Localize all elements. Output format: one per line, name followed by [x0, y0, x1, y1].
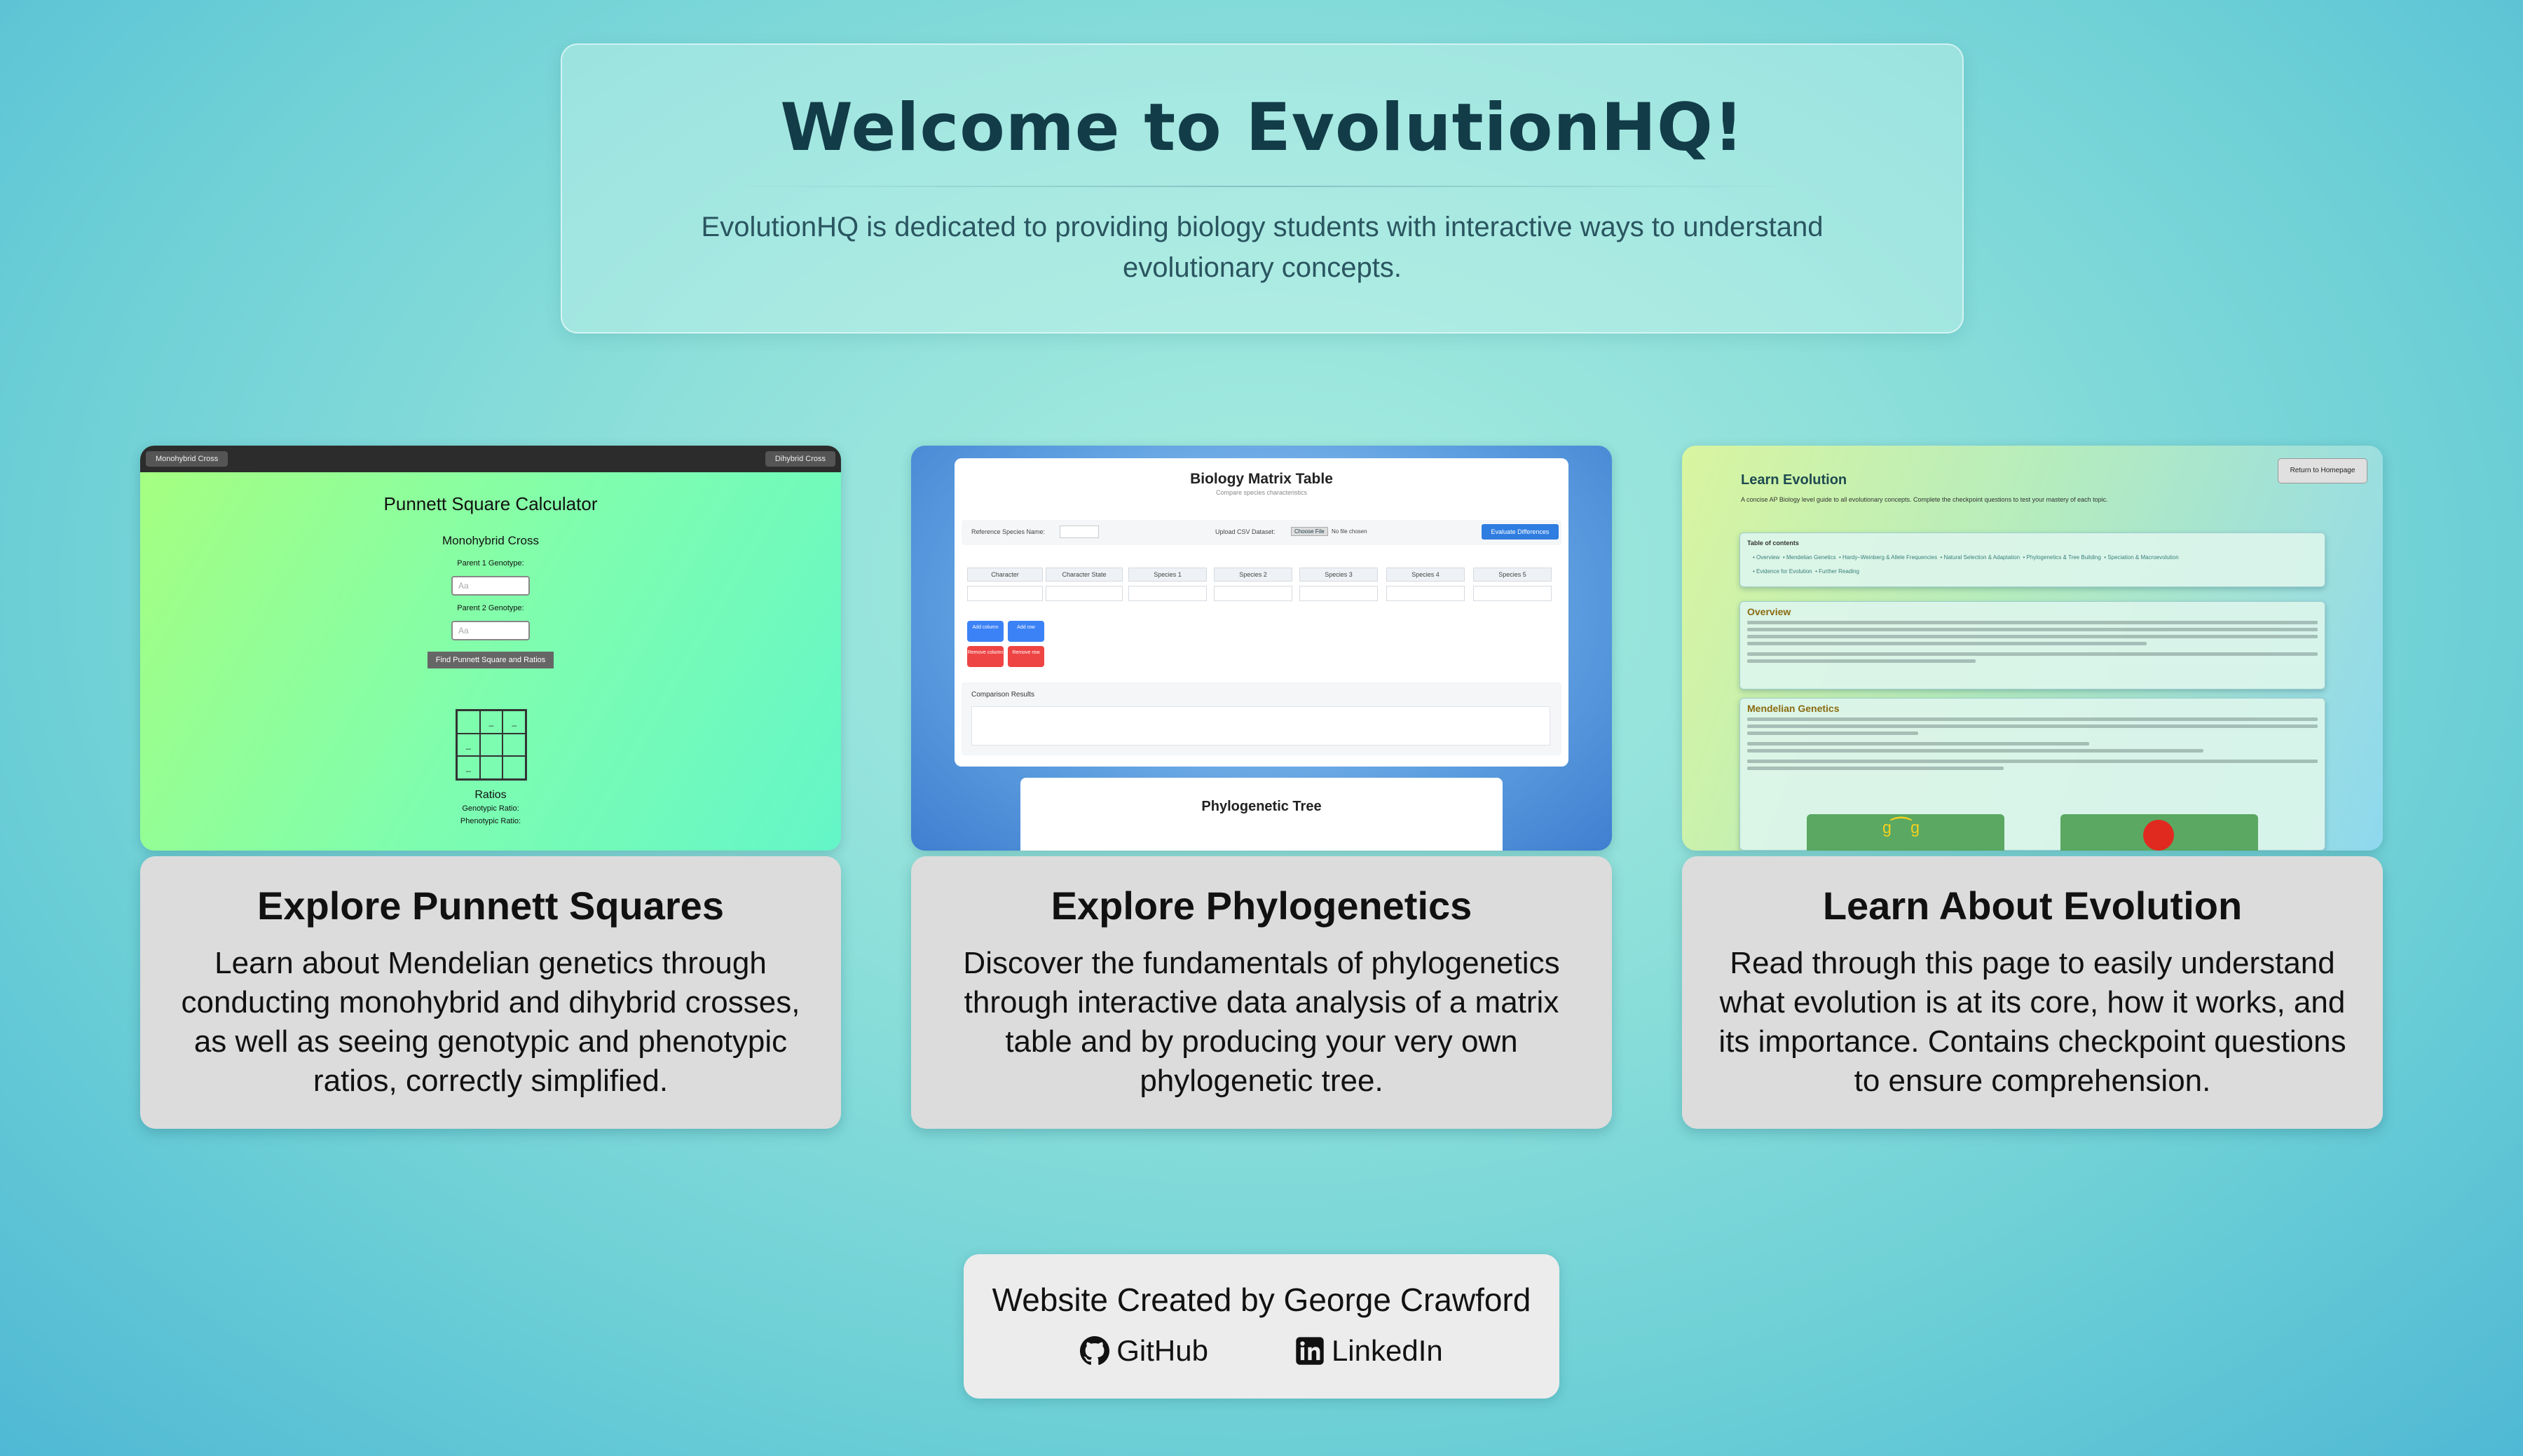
card-title: Explore Punnett Squares	[257, 884, 724, 928]
preview-ref-input	[1060, 526, 1099, 538]
preview-no-file: No file chosen	[1332, 528, 1367, 535]
preview-flower-image	[2060, 814, 2258, 851]
card-phylogenetics[interactable]: Biology Matrix Table Compare species cha…	[911, 446, 1612, 1129]
preview-phylo-tree-card: Phylogenetic Tree	[1020, 778, 1503, 851]
preview-ratios-title: Ratios	[474, 789, 507, 801]
phylogenetics-preview-image[interactable]: Biology Matrix Table Compare species cha…	[911, 446, 1612, 851]
card-info-panel[interactable]: Learn About Evolution Read through this …	[1682, 856, 2383, 1129]
preview-upload-label: Upload CSV Dataset:	[1215, 528, 1276, 535]
preview-header-species-4: Species 4	[1386, 568, 1465, 582]
preview-find-button: Find Punnett Square and Ratios	[428, 652, 554, 668]
card-description: Discover the fundamentals of phylogeneti…	[963, 946, 1560, 1098]
hero-subtitle: EvolutionHQ is dedicated to providing bi…	[701, 212, 1824, 283]
preview-choose-file: Choose File	[1291, 527, 1328, 536]
preview-cell	[1128, 586, 1207, 601]
preview-comparison-title: Comparison Results	[971, 691, 1035, 699]
preview-parent2-input: Aa	[451, 621, 530, 640]
preview-header-state: Character State	[1046, 568, 1123, 582]
preview-comparison-box: Comparison Results	[962, 682, 1561, 755]
preview-add-row: Add row	[1008, 621, 1044, 642]
preview-punnett-grid: _ _ _ _	[456, 709, 527, 781]
flower-icon	[2143, 820, 2174, 851]
linkedin-icon	[1296, 1337, 1324, 1365]
preview-header-species-3: Species 3	[1299, 568, 1378, 582]
card-title: Explore Phylogenetics	[1051, 884, 1472, 928]
preview-header-character: Character	[967, 568, 1043, 582]
preview-matrix-table: Biology Matrix Table Compare species cha…	[955, 458, 1568, 767]
preview-tab-monohybrid: Monohybrid Cross	[146, 451, 228, 467]
card-description: Read through this page to easily underst…	[1718, 946, 2346, 1098]
linkedin-link[interactable]: LinkedIn	[1295, 1334, 1443, 1368]
preview-parent1-input: Aa	[451, 576, 530, 596]
preview-parent1-label: Parent 1 Genotype:	[457, 559, 524, 568]
preview-genotypic: Genotypic Ratio:	[462, 804, 519, 813]
card-info-panel[interactable]: Explore Phylogenetics Discover the funda…	[911, 856, 1612, 1129]
preview-subtitle: Monohybrid Cross	[442, 534, 539, 547]
footer-credit: Website Created by George Crawford	[992, 1282, 1531, 1318]
card-learn-evolution[interactable]: Learn Evolution Return to Homepage A con…	[1682, 446, 2383, 1129]
learn-preview-image[interactable]: Learn Evolution Return to Homepage A con…	[1682, 446, 2383, 851]
preview-tab-dihybrid: Dihybrid Cross	[765, 451, 835, 467]
preview-overview-section: Overview	[1739, 601, 2325, 689]
preview-phenotypic: Phenotypic Ratio:	[460, 817, 521, 825]
preview-cell	[1046, 586, 1123, 601]
preview-mendel-title: Mendelian Genetics	[1747, 703, 1840, 714]
preview-header-species-2: Species 2	[1214, 568, 1292, 582]
preview-return-button: Return to Homepage	[2278, 458, 2367, 483]
preview-toc-items: • Overview • Mendelian Genetics • Hardy–…	[1753, 554, 2179, 575]
preview-ref-label: Reference Species Name:	[971, 528, 1046, 535]
preview-tab-bar: Monohybrid Cross Dihybrid Cross	[140, 446, 841, 472]
preview-gene-glyph-icon: ᵍ⁀ᵍ	[1882, 818, 1920, 844]
preview-header-species-1: Species 1	[1128, 568, 1207, 582]
footer: Website Created by George Crawford GitHu…	[964, 1254, 1559, 1399]
preview-comparison-area	[971, 706, 1550, 746]
github-icon	[1080, 1336, 1110, 1365]
preview-cell	[1214, 586, 1292, 601]
preview-title: Punnett Square Calculator	[383, 493, 598, 514]
footer-links: GitHub LinkedIn	[964, 1334, 1559, 1368]
hero-banner: Welcome to EvolutionHQ! EvolutionHQ is d…	[561, 43, 1964, 334]
github-label: GitHub	[1116, 1334, 1208, 1367]
card-info-panel[interactable]: Explore Punnett Squares Learn about Mend…	[140, 856, 841, 1129]
punnett-preview-image[interactable]: Monohybrid Cross Dihybrid Cross Punnett …	[140, 446, 841, 851]
preview-toc-title: Table of contents	[1747, 540, 1799, 547]
preview-parent2-label: Parent 2 Genotype:	[457, 604, 524, 612]
page-title: Welcome to EvolutionHQ!	[780, 90, 1744, 166]
preview-matrix-title: Biology Matrix Table	[1190, 471, 1333, 487]
card-title: Learn About Evolution	[1822, 884, 2243, 928]
preview-cell	[1386, 586, 1465, 601]
card-punnett-squares[interactable]: Monohybrid Cross Dihybrid Cross Punnett …	[140, 446, 841, 1129]
preview-remove-row: Remove row	[1008, 646, 1044, 667]
linkedin-label: LinkedIn	[1331, 1334, 1443, 1367]
preview-controls-row: Reference Species Name: Upload CSV Datas…	[962, 520, 1561, 545]
hero-divider	[723, 186, 1802, 187]
github-link[interactable]: GitHub	[1080, 1334, 1208, 1368]
preview-evaluate-button: Evaluate Differences	[1482, 524, 1559, 540]
preview-cell	[1299, 586, 1378, 601]
preview-gene-image: ᵍ⁀ᵍ	[1807, 814, 2004, 851]
preview-cell	[1473, 586, 1552, 601]
preview-matrix-subtitle: Compare species characteristics	[1215, 489, 1308, 496]
preview-remove-column: Remove column	[967, 646, 1004, 667]
preview-learn-title: Learn Evolution	[1741, 472, 1847, 488]
card-description: Learn about Mendelian genetics through c…	[181, 946, 800, 1098]
preview-add-column: Add column	[967, 621, 1004, 642]
preview-toc: Table of contents • Overview • Mendelian…	[1739, 533, 2325, 587]
preview-overview-title: Overview	[1747, 606, 1791, 617]
preview-cell	[967, 586, 1043, 601]
preview-header-species-5: Species 5	[1473, 568, 1552, 582]
preview-tree-title: Phylogenetic Tree	[1201, 799, 1322, 814]
preview-intro: A concise AP Biology level guide to all …	[1741, 496, 2108, 503]
